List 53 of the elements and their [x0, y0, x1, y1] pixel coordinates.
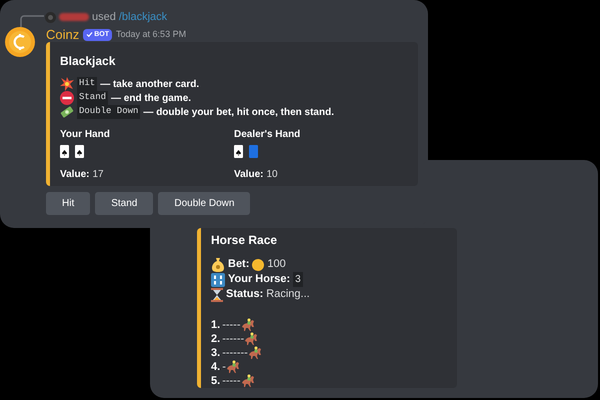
field-value: 3 — [293, 272, 303, 287]
reply-connector-icon — [20, 15, 44, 27]
horse-rider-icon — [226, 360, 241, 374]
lane-number: 5. — [211, 374, 220, 389]
coin-icon — [252, 258, 264, 270]
hand-title: Dealer's Hand — [234, 128, 302, 142]
horse-rider-icon — [240, 374, 256, 388]
lane-number: 1. — [211, 318, 220, 333]
value-label: Value: — [234, 168, 264, 182]
lane-track: ------- — [222, 346, 248, 361]
burst-icon — [60, 77, 74, 91]
lane-track: ----- — [222, 318, 241, 333]
hand-title: Your Hand — [60, 128, 111, 142]
field-label: Bet: — [228, 257, 250, 272]
value-text: 10 — [266, 168, 278, 182]
horse-rider-icon — [248, 346, 263, 360]
command-code: Double Down — [77, 105, 140, 119]
money-icon — [60, 105, 74, 119]
lane-track: ------ — [222, 332, 244, 347]
command-code: Hit — [77, 77, 98, 91]
redacted-name — [59, 13, 89, 22]
money-bag-icon — [211, 257, 225, 272]
horse-rider-icon — [240, 318, 256, 332]
author-name[interactable]: Coinz — [46, 25, 80, 44]
hourglass-icon — [211, 288, 223, 302]
lane-track: - — [222, 360, 226, 375]
numbers-icon — [211, 272, 225, 286]
embed-title: Horse Race — [211, 232, 278, 249]
action-description: — double your bet, hit once, then stand. — [143, 106, 334, 120]
no-entry-icon — [60, 91, 74, 105]
field-value: 100 — [267, 257, 286, 272]
field-label: Your Horse: — [228, 272, 290, 288]
action-button[interactable]: Stand — [95, 192, 154, 215]
embed-title: Blackjack — [60, 53, 116, 70]
action-description: — end the game. — [111, 92, 192, 106]
lane-track: ----- — [222, 374, 241, 389]
action-button[interactable]: Double Down — [158, 192, 250, 215]
command-code: Stand — [77, 91, 108, 105]
field-value: Racing... — [266, 287, 310, 302]
lane-number: 3. — [211, 346, 220, 361]
value-text: 17 — [92, 168, 104, 182]
lane-number: 4. — [211, 360, 220, 375]
action-button[interactable]: Hit — [46, 192, 90, 215]
lane-number: 2. — [211, 332, 220, 347]
field-label: Status: — [226, 287, 264, 302]
avatar-icon — [45, 12, 56, 23]
check-icon — [86, 31, 94, 38]
action-description: — take another card. — [100, 78, 200, 92]
coin-avatar-icon — [5, 27, 35, 57]
reply-text: used — [92, 10, 116, 25]
horse-rider-icon — [244, 332, 260, 346]
timestamp: Today at 6:53 PM — [116, 28, 186, 41]
value-label: Value: — [60, 168, 90, 182]
